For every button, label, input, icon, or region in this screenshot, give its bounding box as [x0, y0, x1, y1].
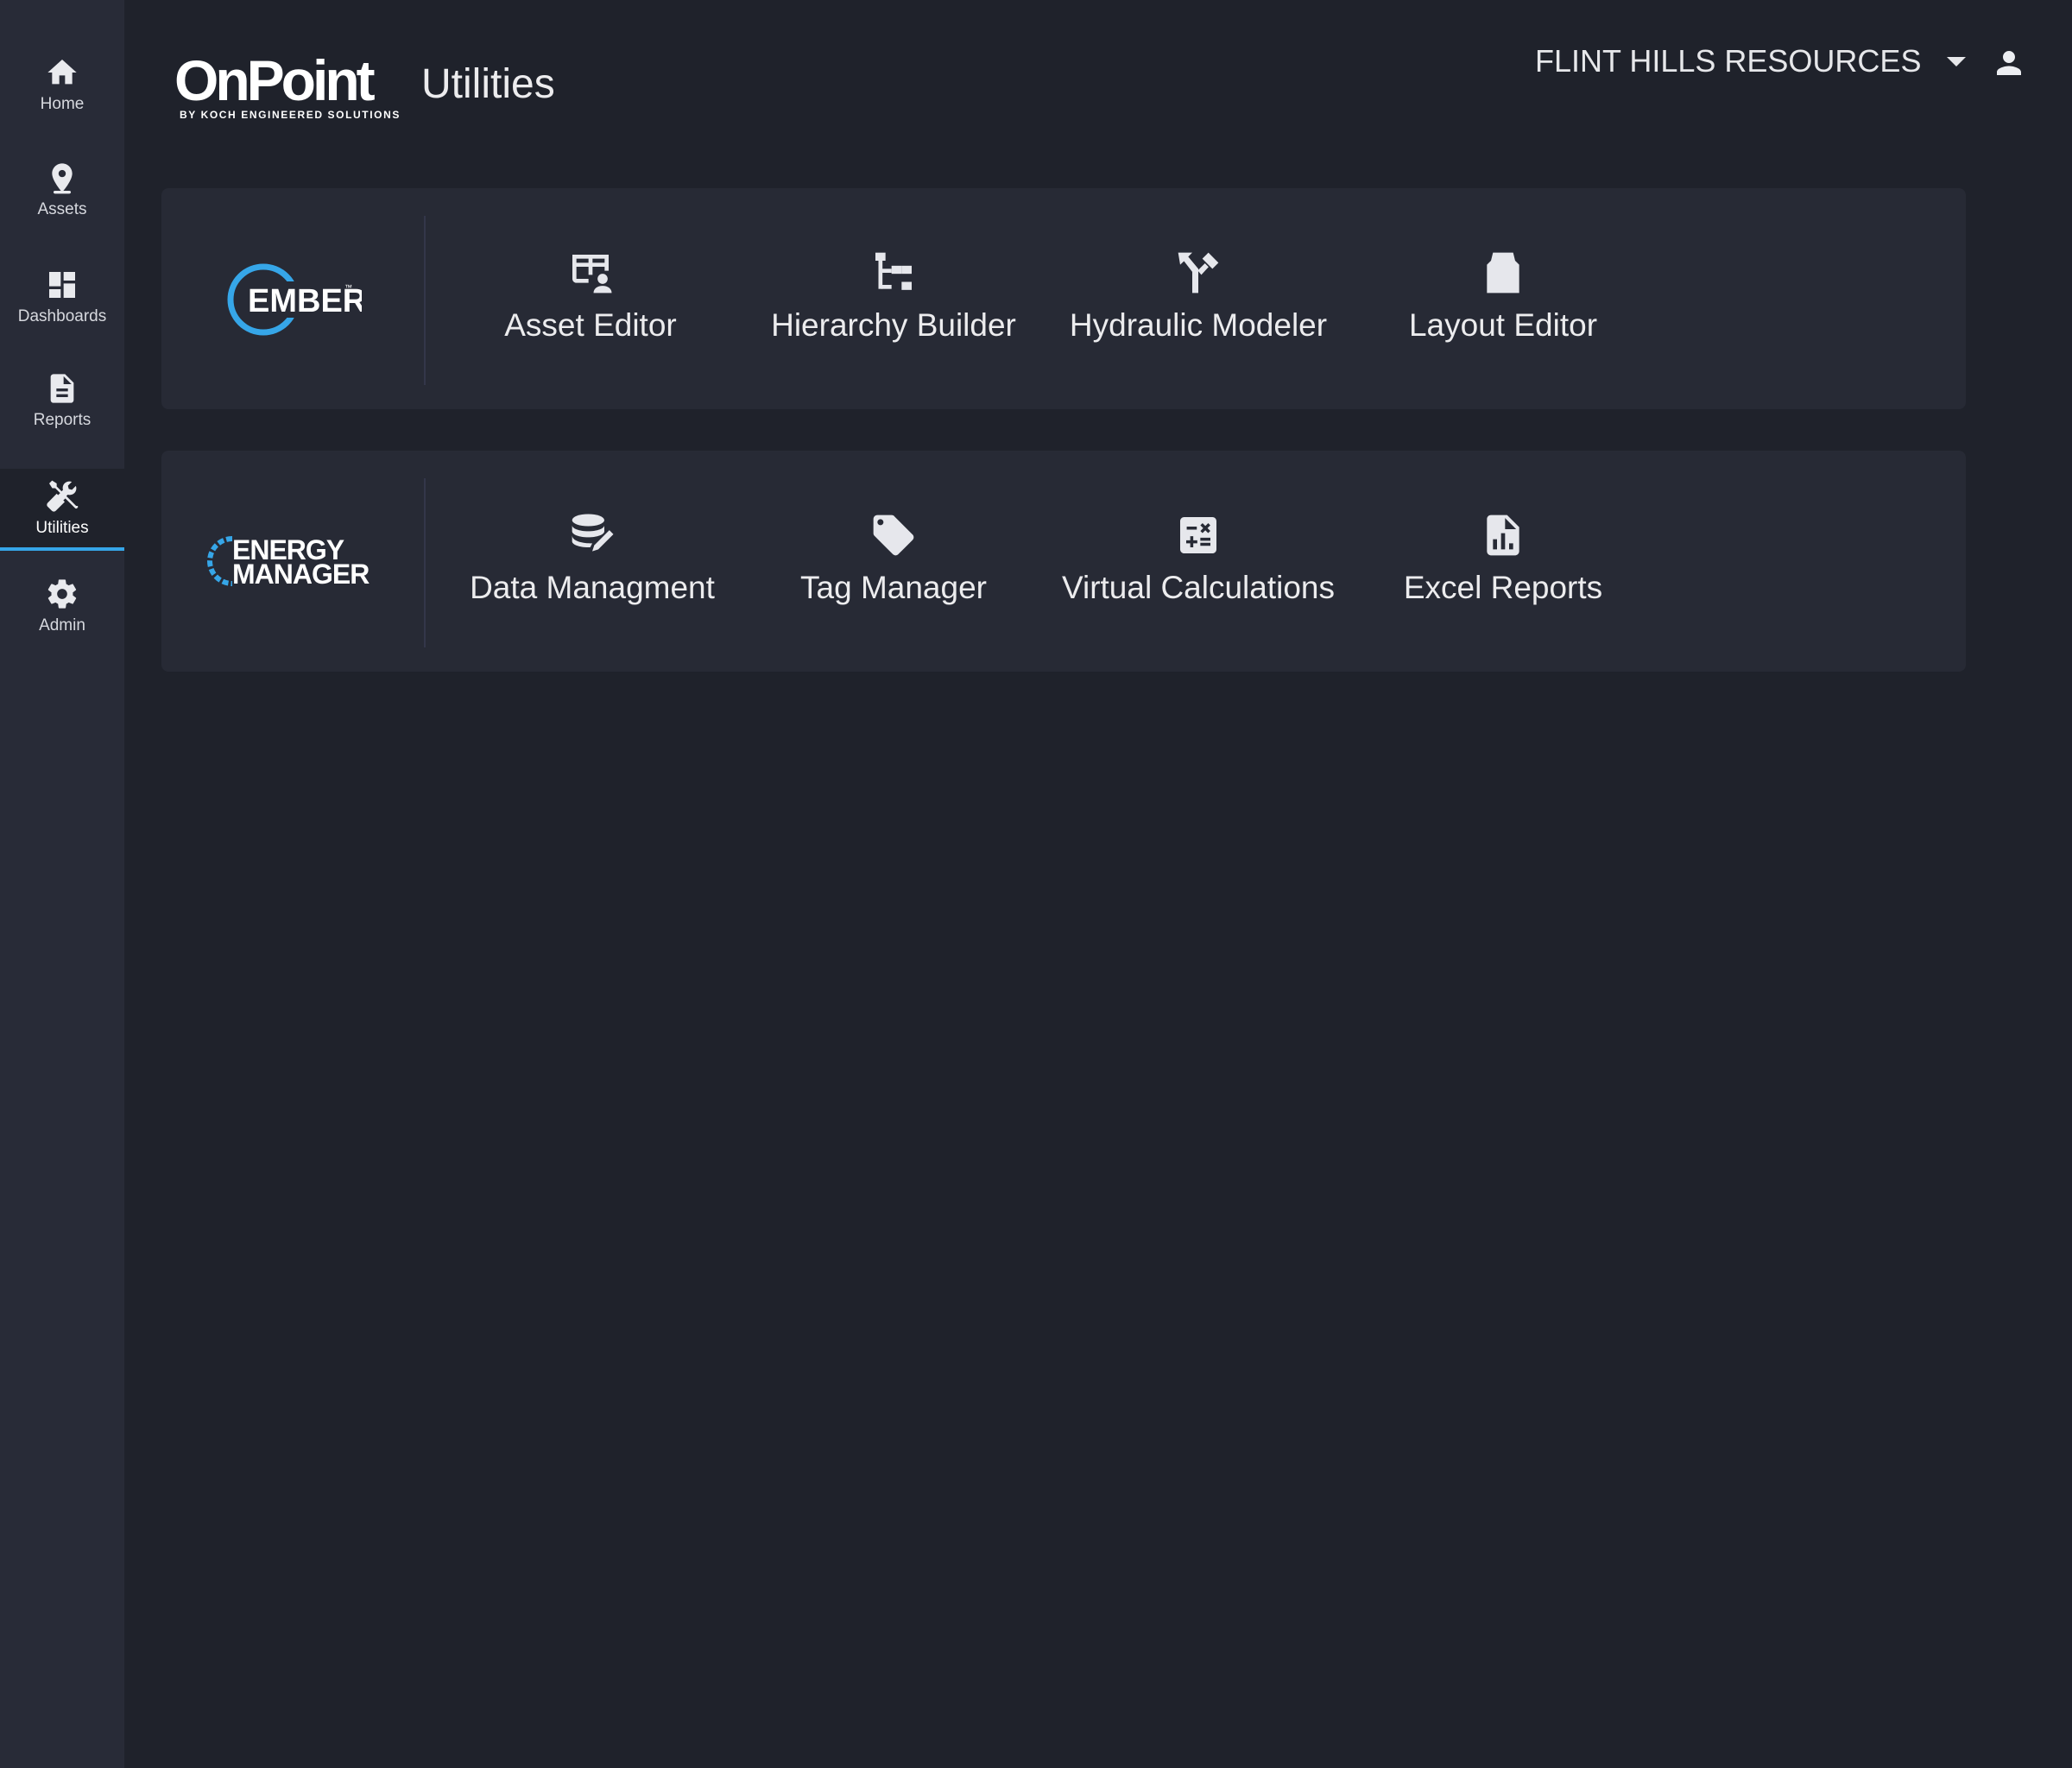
dashboard-icon [49, 272, 75, 298]
sidebar-item-label: Reports [33, 411, 92, 429]
tile-label: Excel Reports [1403, 570, 1603, 605]
sidebar-item-reports[interactable]: Reports [0, 371, 124, 430]
page-title: Utilities [421, 61, 555, 107]
database-edit-icon [572, 514, 614, 552]
asset-editor-tile[interactable]: Asset Editor [444, 249, 737, 344]
sidebar: Home Assets Dashboards Reports Utilities… [0, 0, 124, 1768]
sidebar-item-admin[interactable]: Admin [0, 577, 124, 635]
ember-logo: EMBER ™ [161, 188, 424, 409]
energy-manager-logo: ENERGY MANAGER [161, 451, 424, 672]
merge-arrows-icon [1178, 252, 1219, 294]
sidebar-item-home[interactable]: Home [0, 55, 124, 114]
svg-text:™: ™ [344, 283, 352, 292]
sidebar-item-dashboards[interactable]: Dashboards [0, 268, 124, 326]
organization-selector[interactable]: FLINT HILLS RESOURCES [1535, 43, 1967, 79]
energy-manager-section: ENERGY MANAGER Data Managment Tag Manage… [161, 451, 1966, 672]
document-icon [50, 374, 74, 403]
tile-label: Asset Editor [504, 307, 677, 343]
gear-icon [47, 579, 77, 609]
user-menu-button[interactable] [1991, 45, 2027, 81]
section-divider [424, 216, 426, 385]
svg-text:MANAGER: MANAGER [232, 559, 370, 590]
section-divider [424, 478, 426, 647]
chevron-down-icon [1947, 56, 1967, 66]
layout-icon [1487, 252, 1519, 294]
sidebar-item-label: Admin [39, 616, 85, 635]
hierarchy-icon [875, 252, 912, 290]
energy-manager-logo-graphic: ENERGY MANAGER [207, 534, 370, 590]
hydraulic-modeler-tile[interactable]: Hydraulic Modeler [1052, 249, 1345, 344]
logo-wordmark: OnPoint [174, 48, 376, 112]
sidebar-item-label: Home [40, 95, 85, 113]
sidebar-item-label: Dashboards [17, 307, 107, 325]
ember-section: EMBER ™ Asset Editor Hierarchy Builder H… [161, 188, 1966, 409]
hierarchy-builder-tile[interactable]: Hierarchy Builder [747, 249, 1040, 344]
organization-name: FLINT HILLS RESOURCES [1535, 43, 1922, 79]
file-chart-icon [1487, 515, 1519, 556]
map-pin-icon [52, 163, 73, 194]
data-management-tile[interactable]: Data Managment [445, 511, 739, 606]
layout-editor-tile[interactable]: Layout Editor [1356, 249, 1650, 344]
tools-icon [47, 480, 79, 512]
user-icon [1997, 51, 2021, 75]
calculator-icon [1180, 517, 1216, 553]
onpoint-logo[interactable]: OnPoint BY KOCH ENGINEERED SOLUTIONS [174, 52, 401, 121]
tile-label: Virtual Calculations [1061, 570, 1336, 605]
sidebar-item-label: Assets [37, 200, 87, 218]
sidebar-item-label: Utilities [35, 518, 89, 537]
tag-manager-tile[interactable]: Tag Manager [747, 511, 1040, 606]
tile-label: Hierarchy Builder [771, 307, 1016, 343]
logo-subtext: BY KOCH ENGINEERED SOLUTIONS [180, 109, 401, 121]
sidebar-item-utilities[interactable]: Utilities [0, 469, 124, 551]
home-icon [47, 60, 77, 85]
sidebar-item-assets[interactable]: Assets [0, 161, 124, 219]
asset-table-icon [572, 255, 612, 294]
tile-label: Layout Editor [1408, 307, 1598, 343]
tile-label: Data Managment [470, 570, 715, 605]
excel-reports-tile[interactable]: Excel Reports [1356, 511, 1650, 606]
ember-logo-graphic: EMBER ™ [227, 263, 362, 336]
tile-label: Hydraulic Modeler [1069, 307, 1328, 343]
tag-icon [873, 515, 914, 556]
tile-label: Tag Manager [800, 570, 987, 605]
virtual-calculations-tile[interactable]: Virtual Calculations [1052, 511, 1345, 606]
